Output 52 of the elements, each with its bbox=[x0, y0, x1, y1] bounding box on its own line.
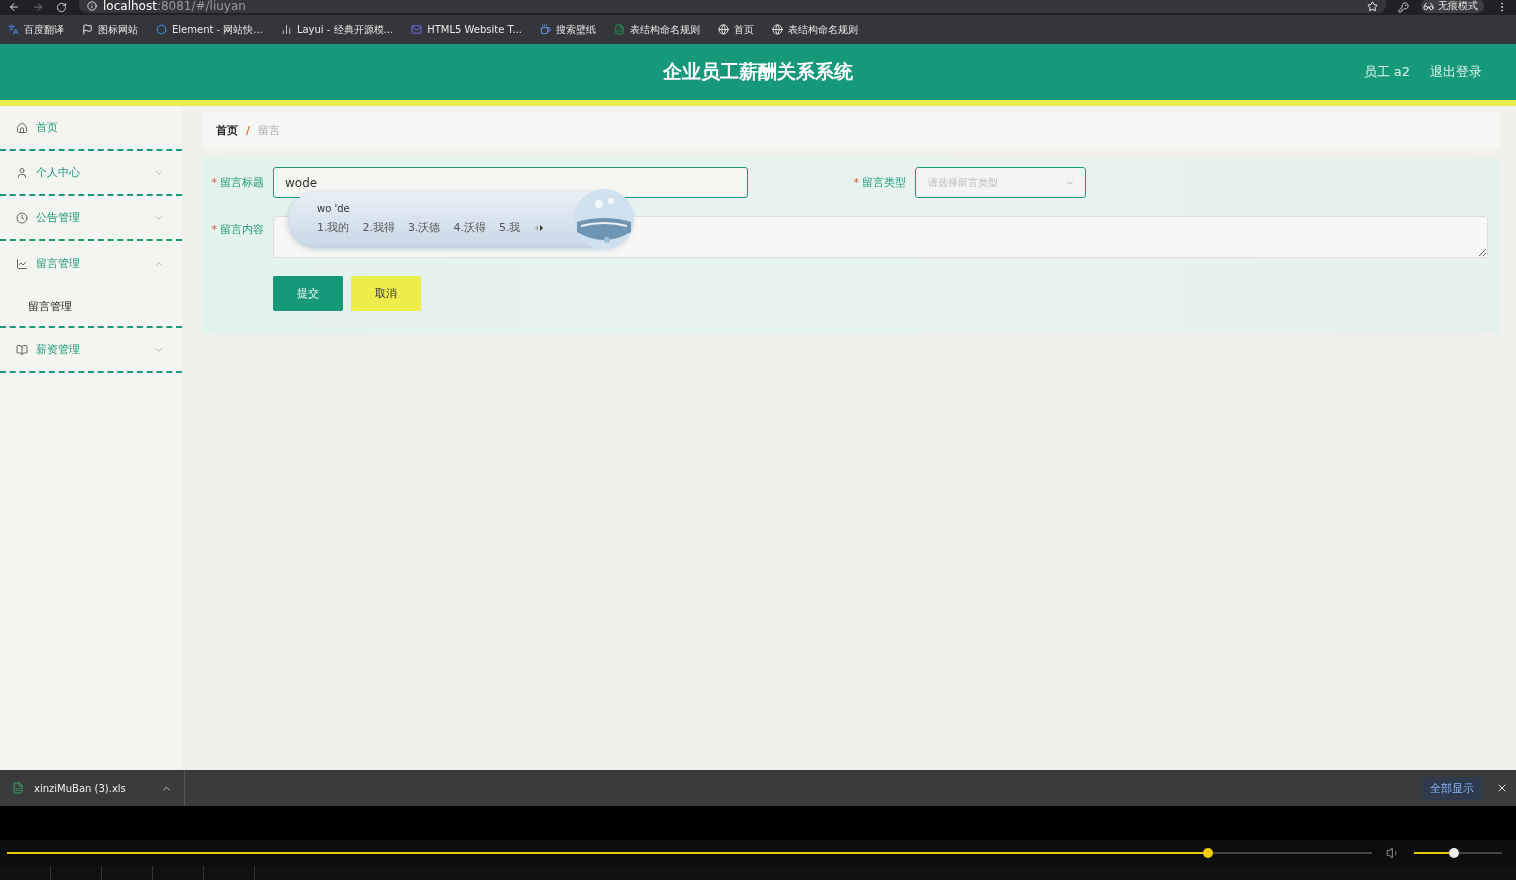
volume-thumb[interactable] bbox=[1448, 848, 1459, 858]
breadcrumb-item[interactable]: 首页 bbox=[216, 122, 238, 138]
cup-icon bbox=[540, 24, 552, 35]
ime-candidate[interactable]: 2.我得 bbox=[362, 220, 395, 235]
field-label: * 留言标题 bbox=[210, 175, 265, 190]
field-label: * 留言类型 bbox=[852, 175, 907, 190]
submenu-item[interactable]: 留言管理 bbox=[0, 286, 182, 326]
ime-candidate[interactable]: 4.沃得 bbox=[453, 220, 486, 235]
bookmark[interactable]: 搜索壁纸 bbox=[540, 22, 597, 37]
globe-icon bbox=[718, 24, 730, 35]
bookmark[interactable]: Element - 网站快... bbox=[156, 22, 263, 37]
ime-candidate[interactable]: 3.沃德 bbox=[408, 220, 441, 235]
ime-candidate[interactable]: 5.我 bbox=[499, 220, 521, 235]
show-all-button[interactable]: 全部显示 bbox=[1422, 776, 1482, 800]
bars-icon bbox=[280, 24, 292, 35]
bookmark[interactable]: Layui - 经典开源模... bbox=[280, 22, 394, 37]
reload-icon[interactable] bbox=[56, 2, 67, 13]
cancel-button[interactable]: 取消 bbox=[351, 276, 421, 311]
back-icon[interactable] bbox=[8, 1, 20, 13]
breadcrumb-separator: / bbox=[246, 123, 251, 137]
bookmark[interactable]: 表结构命名规则 bbox=[772, 22, 859, 37]
key-icon[interactable] bbox=[1398, 2, 1409, 13]
bookmark[interactable]: 首页 bbox=[718, 22, 755, 37]
info-icon bbox=[87, 1, 97, 11]
translate-icon bbox=[8, 24, 19, 35]
field-label: * 留言内容 bbox=[210, 222, 265, 237]
hexagon-icon bbox=[156, 24, 167, 35]
user-icon bbox=[16, 166, 28, 179]
bookmark[interactable]: 表结构命名规则 bbox=[614, 22, 701, 37]
home-icon bbox=[16, 121, 28, 134]
bookmark[interactable]: HTML5 Website T... bbox=[411, 24, 523, 35]
chart-icon bbox=[16, 257, 28, 270]
clock-icon bbox=[16, 211, 28, 224]
globe-icon bbox=[772, 24, 784, 35]
progress-thumb[interactable] bbox=[1203, 848, 1214, 858]
close-icon[interactable] bbox=[1496, 782, 1508, 794]
incognito-icon bbox=[1423, 0, 1434, 12]
spreadsheet-icon bbox=[614, 24, 626, 35]
address-bar[interactable]: localhost:8081/#/liuyan bbox=[79, 0, 1386, 13]
bookmark[interactable]: 图标网站 bbox=[82, 22, 138, 37]
ime-composition: wo 'de bbox=[317, 203, 351, 214]
mail-icon bbox=[411, 24, 423, 35]
app-title: 企业员工薪酬关系系统 bbox=[663, 59, 853, 84]
profile-button[interactable]: 无痕模式 bbox=[1421, 0, 1484, 13]
flag-icon bbox=[82, 24, 93, 35]
book-icon bbox=[16, 343, 28, 356]
spreadsheet-icon bbox=[12, 782, 24, 794]
bookmark[interactable]: 百度翻译 bbox=[8, 22, 64, 37]
star-icon[interactable] bbox=[1367, 0, 1378, 12]
ime-candidate[interactable]: 1.我的 bbox=[317, 220, 350, 235]
submit-button[interactable]: 提交 bbox=[273, 276, 343, 311]
page-arrows-icon[interactable] bbox=[533, 222, 544, 233]
